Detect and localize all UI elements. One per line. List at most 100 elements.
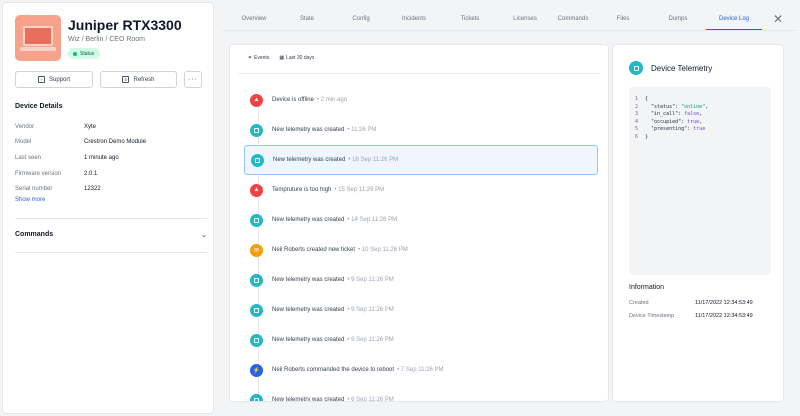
refresh-button[interactable]: ↻ Refresh [100,71,177,88]
event-time: • 11:26 PM [347,127,377,133]
log-event[interactable]: New telemetry was created • 9 Sep 11:26 P… [244,295,598,325]
telemetry-title: Device Telemetry [651,63,713,73]
info-label: Created [629,300,649,306]
detail-row: Serial number 12322 [15,181,205,197]
log-event[interactable]: New telemetry was created • 14 Sep 11:26 … [244,205,598,235]
device-title: Juniper RTX3300 [68,17,182,33]
ticket-icon: ✉ [250,243,263,257]
laptop-icon [23,26,53,46]
event-text: New telemetry was created [272,127,345,133]
calendar-icon: ▦ [279,55,285,61]
support-label: Support [48,76,70,83]
filter-bar: ⏷ Events ▦ Last 30 days [248,55,314,61]
code-line: 3 "in_call": false, [635,111,703,118]
log-event[interactable]: ⚡ Neil Roberts commanded the device to re… [244,355,598,385]
tab-commands[interactable]: Commands [550,10,596,30]
log-event[interactable]: New telemetry was created • 11:26 PM [244,115,598,145]
info-label: Device Timestamp [629,313,675,319]
event-time-value: 9 Sep 11:26 PM [351,277,394,283]
info-value: 11/17/2022 12:34:53:49 [695,313,753,319]
support-button[interactable]: ? Support [15,71,93,88]
status-badge: Status [68,48,101,59]
telemetry-icon [250,123,263,137]
date-range-filter[interactable]: ▦ Last 30 days [279,55,314,61]
telemetry-icon [251,153,264,167]
telemetry-panel: Device Telemetry 1{2 "status": "online",… [612,44,784,402]
log-event[interactable]: New telemetry was created • 9 Sep 11:26 P… [244,265,598,295]
event-text: New telemetry was created [272,397,345,402]
divider [222,30,797,31]
event-time: • 14 Sep 11:26 PM [347,217,398,223]
telemetry-icon [250,213,263,227]
tab-state[interactable]: State [280,10,334,30]
divider [238,73,600,74]
log-event[interactable]: ▲ Device is offline • 2 min ago [244,85,598,115]
filter-icon: ⏷ [248,55,253,61]
divider [15,218,207,219]
event-time-value: 14 Sep 11:26 PM [351,217,398,223]
detail-value: 1 minute ago [84,154,119,161]
tab-dumps[interactable]: Dumps [650,10,706,30]
event-time-value: 18 Sep 11:26 PM [352,157,399,163]
device-panel: Juniper RTX3300 Wiz / Berlin / CEO Room … [2,2,214,414]
device-thumbnail [15,15,61,61]
event-text: New telemetry was created [272,277,345,283]
tab-licenses[interactable]: Licenses [500,10,550,30]
warning-icon: ▲ [250,183,263,197]
commands-title: Commands [15,231,54,238]
detail-label: Serial number [15,186,53,193]
tab-incidents[interactable]: Incidents [388,10,440,30]
detail-row: Last seen 1 minute ago [15,150,205,166]
code-line: 6} [635,133,649,140]
log-event[interactable]: New telemetry was created • 18 Sep 11:26 … [244,145,598,175]
detail-row: Firmware version 2.0.1 [15,166,205,182]
log-event[interactable]: ✉ Neil Roberts created new ticket • 10 Sep… [244,235,598,265]
log-event[interactable]: ▲ Tempruture is too high • 15 Sep 11:26 PM [244,175,598,205]
event-text: New telemetry was created [272,307,345,313]
date-range-label: Last 30 days [286,55,315,61]
event-time: • 6 Sep 11:26 PM [347,397,394,402]
telemetry-icon [250,303,263,317]
log-event[interactable]: New telemetry was created • 6 Sep 11:26 P… [244,385,598,402]
tab-device-log[interactable]: Device Log [706,10,762,30]
event-text: New telemetry was created [272,217,345,223]
event-time: • 15 Sep 11:26 PM [334,187,385,193]
event-time-value: 9 Sep 11:26 PM [351,307,394,313]
detail-row: Model Crestron Demo Module [15,135,205,151]
code-line: 4 "occupied": true, [635,118,703,125]
event-time: • 9 Sep 11:26 PM [347,307,394,313]
detail-label: Vendor [15,123,35,130]
events-filter[interactable]: ⏷ Events [248,55,269,61]
event-text: New telemetry was created [273,157,346,163]
telemetry-icon [250,273,263,287]
telemetry-header: Device Telemetry [629,61,712,75]
device-details-list: Vendor Xyte Model Crestron Demo Module L… [15,119,205,197]
information-title: Information [629,284,665,291]
tab-files[interactable]: Files [596,10,650,30]
support-icon: ? [37,76,45,83]
chevron-down-icon: ⌄ [201,232,207,239]
tab-config[interactable]: Config [334,10,388,30]
event-time: • 9 Sep 11:26 PM [347,277,394,283]
event-text: Tempruture is too high [272,187,332,193]
telemetry-icon [250,393,263,401]
warning-icon: ▲ [250,93,263,107]
tab-overview[interactable]: Overview [228,10,280,30]
status-dot-icon [73,51,77,56]
tab-tickets[interactable]: Tickets [440,10,500,30]
commands-section-toggle[interactable]: Commands ⌄ [15,231,207,239]
detail-label: Last seen [15,154,42,161]
event-time: • 10 Sep 11:26 PM [358,247,408,253]
detail-value: 2.0.1 [84,170,98,177]
code-line: 1{ [635,96,649,102]
show-more-link[interactable]: Show more [15,197,45,203]
event-time-value: 9 Sep 11:26 PM [351,337,394,343]
divider [15,252,207,253]
event-text: Neil Roberts created new ticket [272,247,356,253]
event-text: New telemetry was created [272,337,345,343]
more-options-button[interactable]: ··· [184,71,202,88]
telemetry-icon [250,333,263,347]
device-details-title: Device Details [15,103,63,110]
close-icon[interactable]: ✕ [773,12,783,26]
log-event[interactable]: New telemetry was created • 9 Sep 11:26 P… [244,325,598,355]
